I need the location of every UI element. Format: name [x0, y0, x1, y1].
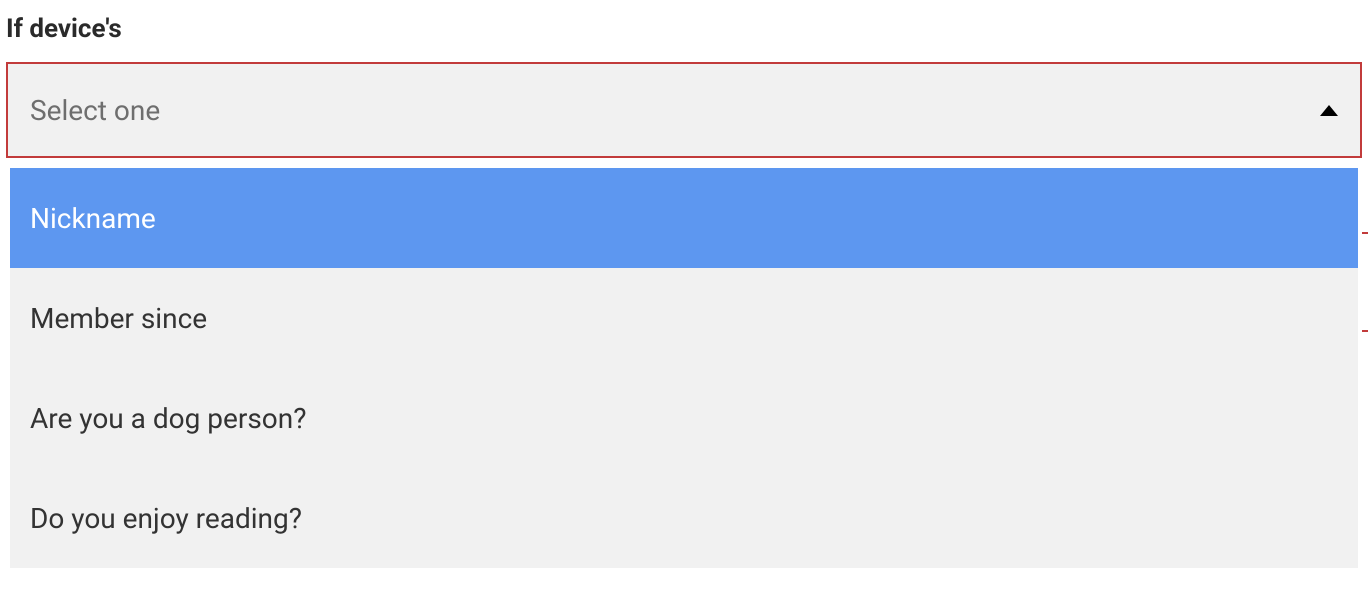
select-placeholder: Select one: [30, 94, 160, 127]
caret-up-icon: [1320, 105, 1338, 116]
dropdown-option-enjoy-reading[interactable]: Do you enjoy reading?: [10, 468, 1358, 568]
dropdown-option-member-since[interactable]: Member since: [10, 268, 1358, 368]
option-label: Are you a dog person?: [30, 402, 306, 435]
option-label: Member since: [30, 302, 207, 335]
side-marker-top: [1362, 232, 1368, 234]
dropdown-list: Nickname Member since Are you a dog pers…: [10, 168, 1358, 568]
dropdown-option-dog-person[interactable]: Are you a dog person?: [10, 368, 1358, 468]
field-label: If device's: [6, 14, 1362, 44]
side-marker-bottom: [1362, 330, 1368, 332]
option-label: Do you enjoy reading?: [30, 502, 302, 535]
dropdown-option-nickname[interactable]: Nickname: [10, 168, 1358, 268]
select-dropdown[interactable]: Select one: [6, 62, 1362, 158]
option-label: Nickname: [30, 202, 156, 235]
